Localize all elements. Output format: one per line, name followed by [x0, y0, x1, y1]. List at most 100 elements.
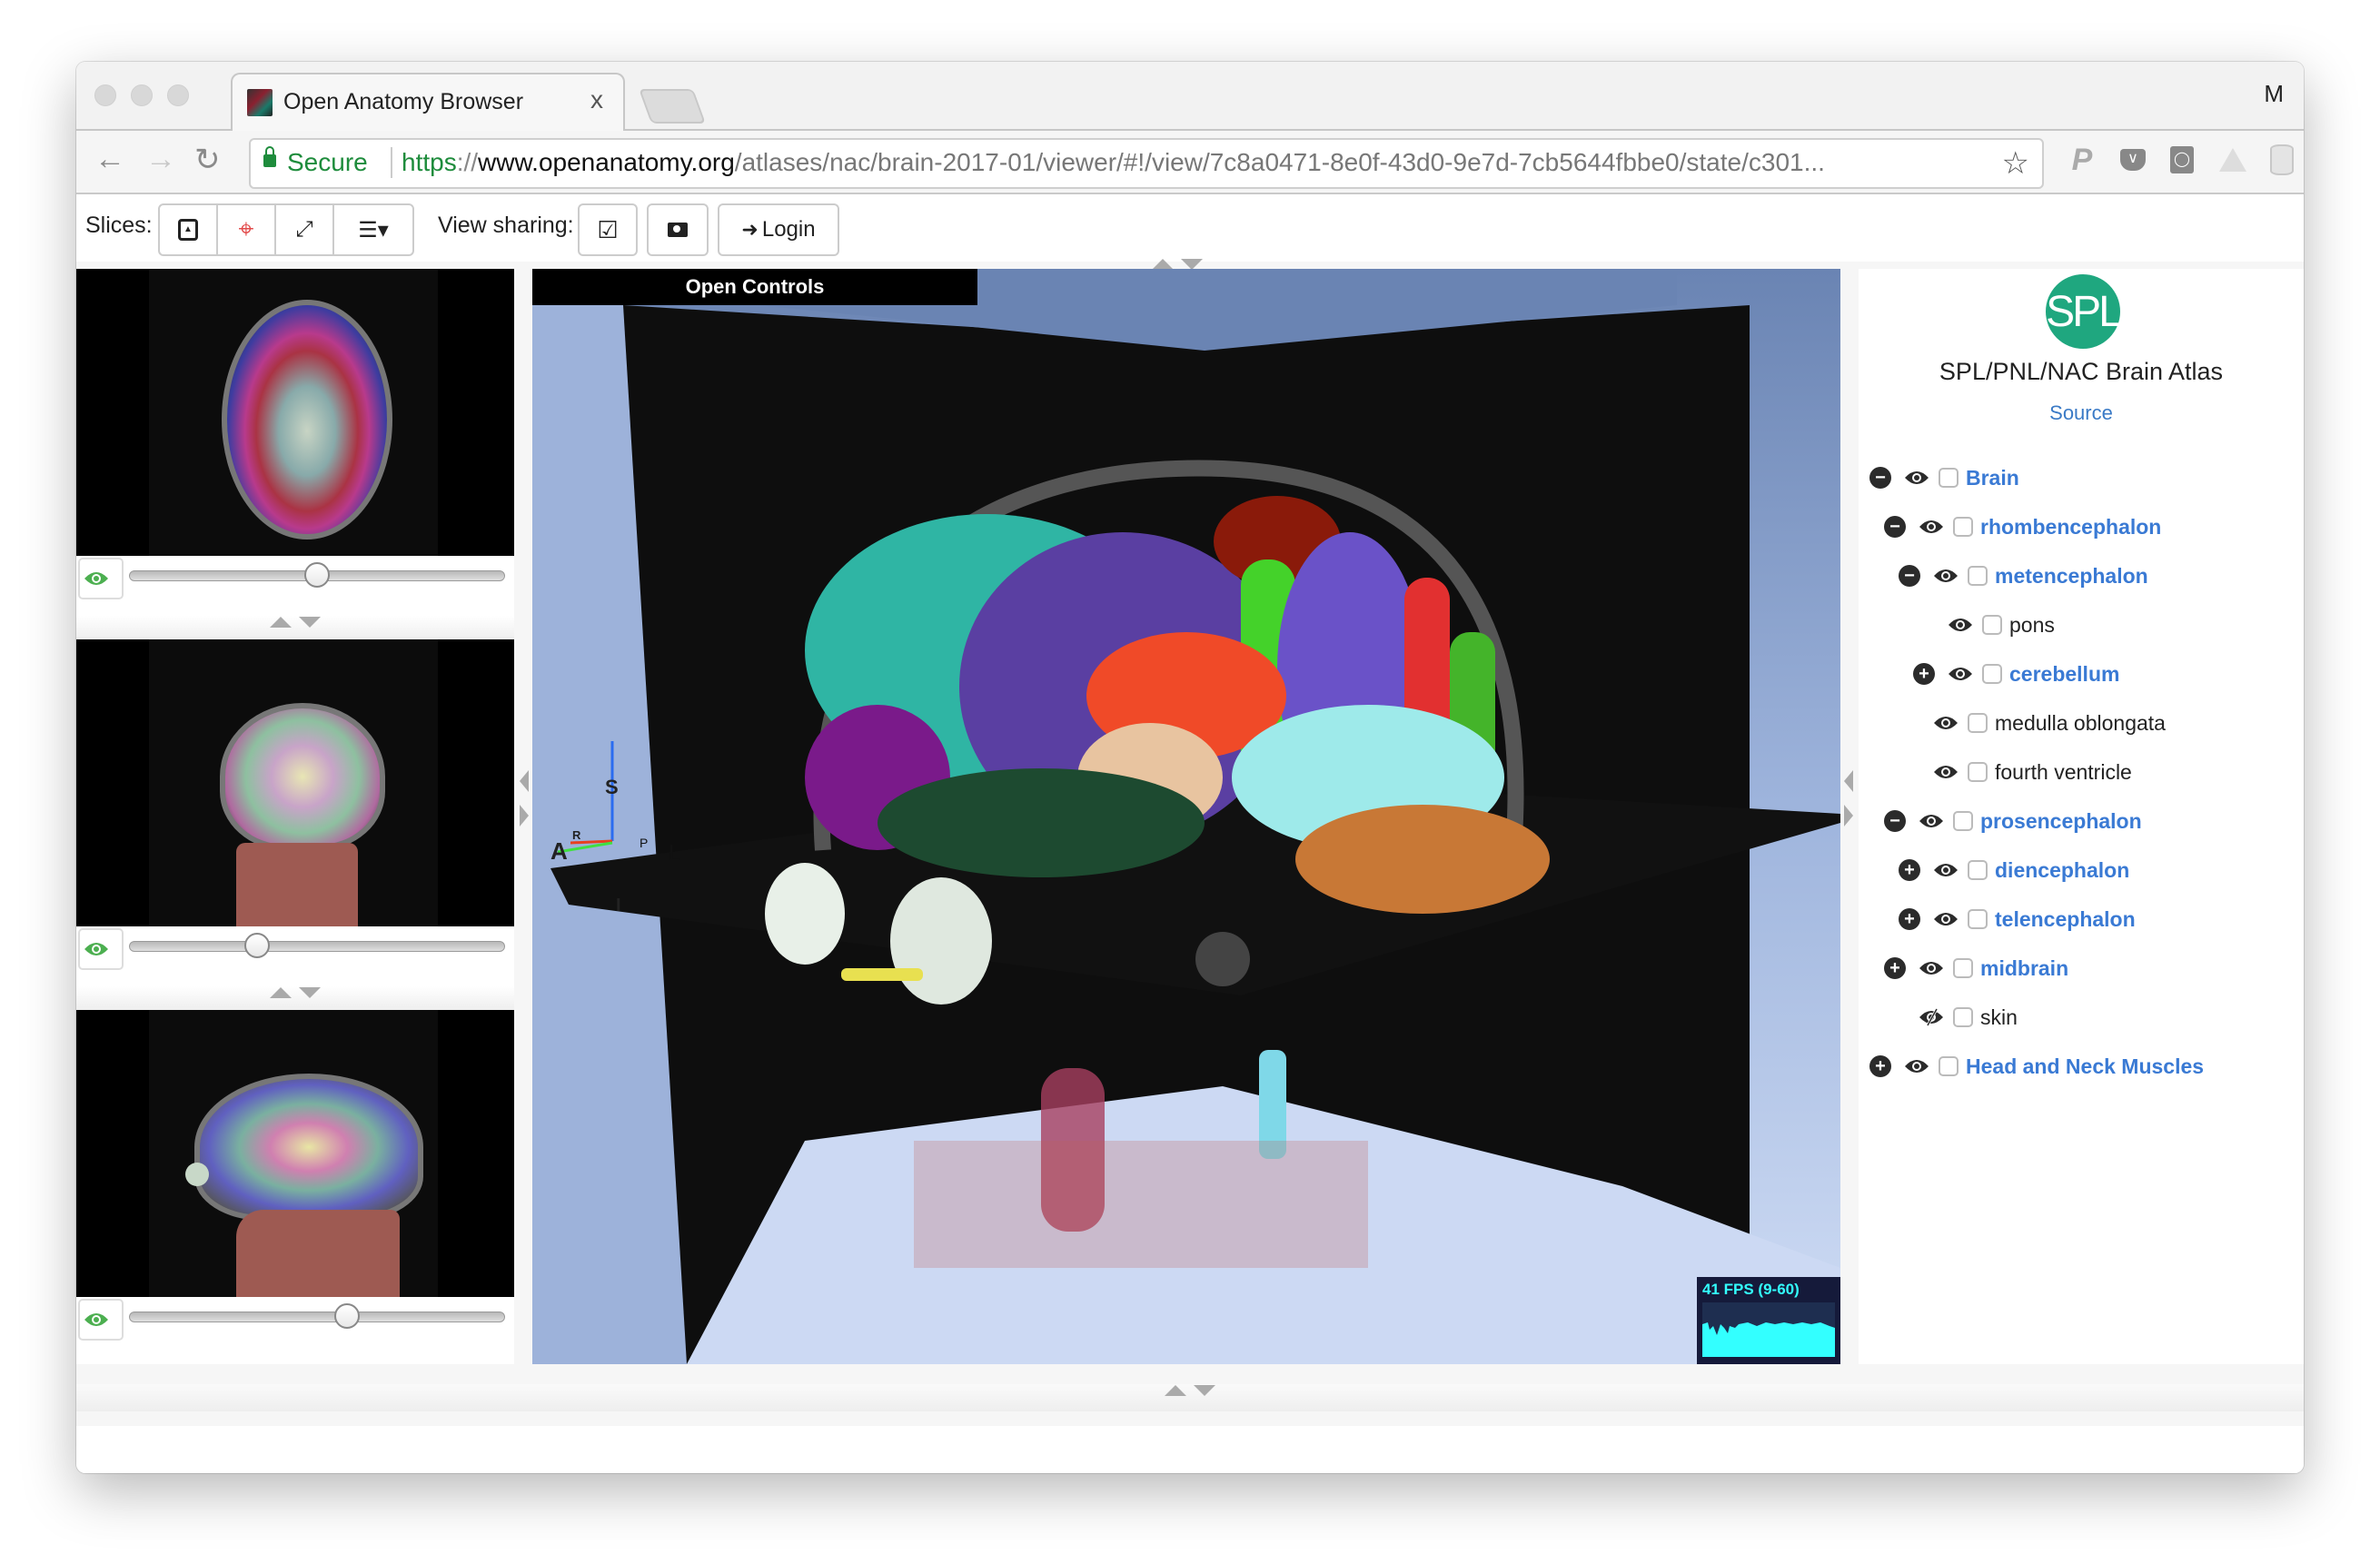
- bookmark-star-icon[interactable]: ☆: [2002, 145, 2029, 182]
- collapse-icon[interactable]: −: [1899, 565, 1920, 587]
- reload-icon[interactable]: ↻: [194, 142, 221, 178]
- slider-thumb[interactable]: [333, 1303, 360, 1329]
- tree-node-label[interactable]: Brain: [1966, 466, 2019, 490]
- tree-node-label[interactable]: metencephalon: [1995, 564, 2148, 589]
- slice-image-coronal[interactable]: [76, 639, 514, 926]
- slice-image-axial[interactable]: [76, 269, 514, 556]
- tree-node-label[interactable]: telencephalon: [1995, 907, 2136, 932]
- source-link[interactable]: Source: [1859, 401, 2304, 425]
- slice-slider-axial[interactable]: [129, 562, 505, 588]
- structure-checkbox[interactable]: [1953, 1007, 1973, 1027]
- structure-checkbox[interactable]: [1982, 664, 2002, 684]
- url-text[interactable]: https://www.openanatomy.org/atlases/nac/…: [402, 148, 1825, 177]
- tree-node-label[interactable]: cerebellum: [2009, 662, 2119, 687]
- right-splitter-handle[interactable]: [1844, 770, 1853, 827]
- collapse-icon[interactable]: −: [1884, 516, 1906, 538]
- tree-node: − rhombencephalon: [1884, 509, 2161, 545]
- crosshair-icon: ⌖: [238, 214, 254, 244]
- slice-image-sagittal[interactable]: [76, 1010, 514, 1297]
- tree-node-label[interactable]: prosencephalon: [1980, 809, 2142, 834]
- main-area: S A R P L I Open Controls 41 FPS (9-60) …: [76, 259, 2304, 1426]
- forward-arrow-icon[interactable]: →: [145, 142, 176, 177]
- structure-checkbox[interactable]: [1968, 566, 1988, 586]
- new-tab-button[interactable]: [639, 89, 706, 124]
- share-check-button[interactable]: ☑: [578, 203, 638, 256]
- slice-visibility-toggle[interactable]: [78, 928, 124, 970]
- lightbulb-icon[interactable]: ◯: [2166, 144, 2198, 176]
- collapse-icon[interactable]: −: [1884, 810, 1906, 832]
- eye-icon[interactable]: [1933, 861, 1959, 879]
- expand-icon[interactable]: +: [1899, 908, 1920, 930]
- compress-button[interactable]: ⤢: [274, 203, 334, 256]
- orientation-i: I: [616, 896, 621, 916]
- left-splitter-handle[interactable]: [520, 770, 529, 827]
- structure-checkbox[interactable]: [1953, 811, 1973, 831]
- eye-icon[interactable]: [1933, 910, 1959, 928]
- checkbox-icon: ☑: [597, 215, 619, 243]
- eye-icon[interactable]: [1948, 616, 1973, 634]
- eye-icon[interactable]: [1933, 763, 1959, 781]
- expand-icon[interactable]: +: [1869, 1055, 1891, 1077]
- bottom-splitter[interactable]: [76, 1384, 2304, 1411]
- structure-checkbox[interactable]: [1939, 1056, 1959, 1076]
- crosshair-button[interactable]: ⌖: [216, 203, 276, 256]
- minimize-window-button[interactable]: [131, 84, 153, 106]
- slice-slider-coronal[interactable]: [129, 933, 505, 958]
- tab-strip: Open Anatomy Browser x M: [76, 62, 2304, 133]
- eye-icon[interactable]: [1933, 567, 1959, 585]
- structure-checkbox[interactable]: [1953, 958, 1973, 978]
- structure-checkbox[interactable]: [1968, 860, 1988, 880]
- eye-slash-icon[interactable]: [1919, 1008, 1944, 1026]
- list-dropdown-button[interactable]: ☰▾: [332, 203, 414, 256]
- login-button[interactable]: ➜ Login: [718, 203, 839, 256]
- structure-checkbox[interactable]: [1939, 468, 1959, 488]
- eye-icon[interactable]: [1919, 959, 1944, 977]
- orientation-l: L: [669, 841, 681, 866]
- tree-node-label[interactable]: Head and Neck Muscles: [1966, 1054, 2204, 1079]
- address-bar[interactable]: Secure https://www.openanatomy.org/atlas…: [249, 138, 2044, 189]
- database-icon[interactable]: [2266, 144, 2298, 176]
- eye-icon[interactable]: [1904, 1057, 1929, 1075]
- eye-icon[interactable]: [1919, 518, 1944, 536]
- pocket-icon[interactable]: ∨: [2117, 144, 2149, 176]
- eye-icon[interactable]: [1904, 469, 1929, 487]
- eye-icon[interactable]: [1948, 665, 1973, 683]
- maximize-window-button[interactable]: [167, 84, 189, 106]
- profile-button[interactable]: M: [2264, 80, 2284, 108]
- slice-splitter-1[interactable]: [76, 616, 514, 639]
- expand-icon[interactable]: +: [1913, 663, 1935, 685]
- slice-splitter-2[interactable]: [76, 986, 514, 1010]
- tree-node-label[interactable]: midbrain: [1980, 956, 2068, 981]
- slice-visibility-toggle[interactable]: [78, 1299, 124, 1341]
- collapse-icon[interactable]: −: [1869, 467, 1891, 489]
- structure-checkbox[interactable]: [1953, 517, 1973, 537]
- tree-node-label[interactable]: diencephalon: [1995, 858, 2129, 883]
- expand-icon[interactable]: +: [1899, 859, 1920, 881]
- p-extension-icon[interactable]: P: [2066, 143, 2098, 177]
- eye-icon[interactable]: [1919, 812, 1944, 830]
- tab-close-icon[interactable]: x: [590, 85, 603, 114]
- open-controls-button[interactable]: Open Controls: [532, 269, 977, 305]
- drive-icon[interactable]: [2216, 144, 2249, 176]
- screenshot-button[interactable]: [647, 203, 709, 256]
- tab-open-anatomy-browser[interactable]: Open Anatomy Browser x: [231, 73, 625, 133]
- structure-checkbox[interactable]: [1982, 615, 2002, 635]
- structure-checkbox[interactable]: [1968, 762, 1988, 782]
- close-window-button[interactable]: [94, 84, 116, 106]
- 3d-viewport[interactable]: S A R P L I Open Controls 41 FPS (9-60): [532, 269, 1840, 1364]
- slice-slider-sagittal[interactable]: [129, 1303, 505, 1329]
- expand-icon[interactable]: +: [1884, 957, 1906, 979]
- slice-panel: [76, 269, 514, 1364]
- slice-visibility-toggle[interactable]: [78, 558, 124, 599]
- eye-icon[interactable]: [1933, 714, 1959, 732]
- login-label: Login: [761, 217, 816, 242]
- tree-node-label[interactable]: rhombencephalon: [1980, 515, 2161, 539]
- structure-checkbox[interactable]: [1968, 713, 1988, 733]
- fps-label: 41 FPS (9-60): [1702, 1281, 1800, 1298]
- tab-title: Open Anatomy Browser: [283, 89, 524, 114]
- back-arrow-icon[interactable]: ←: [94, 142, 125, 177]
- slider-thumb[interactable]: [304, 562, 330, 588]
- slider-thumb[interactable]: [244, 933, 271, 958]
- slice-toggle-button[interactable]: ▲: [158, 203, 218, 256]
- structure-checkbox[interactable]: [1968, 909, 1988, 929]
